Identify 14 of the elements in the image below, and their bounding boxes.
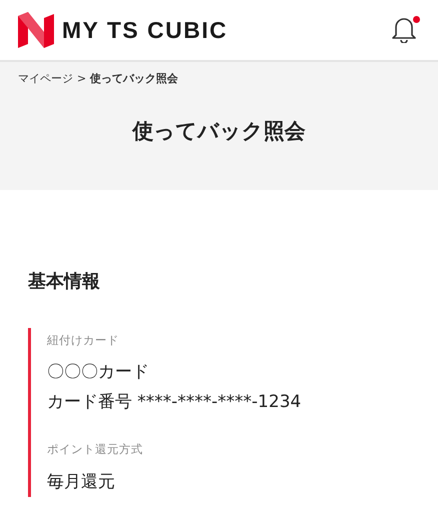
bell-icon — [390, 15, 418, 43]
field-value: カード番号 ****-****-****-1234 — [47, 391, 302, 414]
field-value: 〇〇〇カード — [47, 361, 150, 384]
notification-button[interactable] — [390, 15, 420, 45]
breadcrumb-separator: > — [77, 71, 86, 87]
breadcrumb-current: 使ってバック照会 — [90, 71, 178, 87]
field-label: ポイント還元方式 — [47, 441, 144, 458]
logo-icon — [18, 12, 54, 48]
field-label: 紐付けカード — [47, 332, 120, 349]
field-value: 毎月還元 — [47, 470, 116, 494]
section-title: 基本情報 — [28, 270, 101, 294]
logo-text: MY TS CUBIC — [62, 16, 228, 45]
page-title: 使ってバック照会 — [131, 118, 306, 144]
breadcrumb-link[interactable]: マイページ — [18, 71, 73, 88]
